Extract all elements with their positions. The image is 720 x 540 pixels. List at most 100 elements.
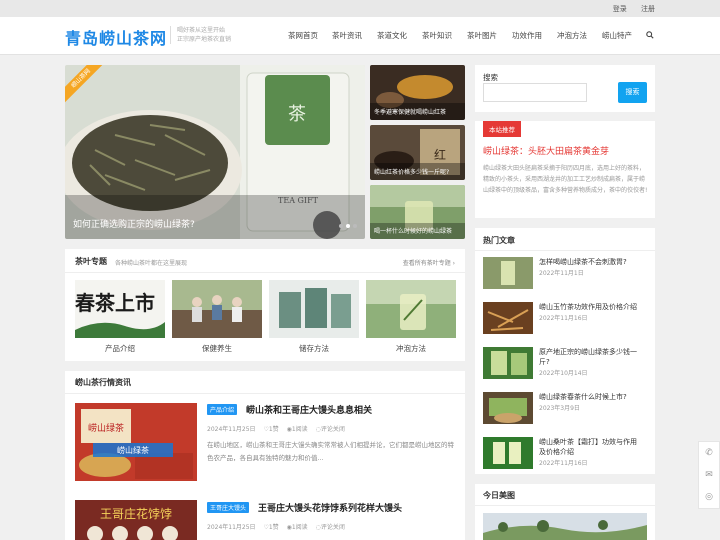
top-bar: 登录 注册 [0,0,720,17]
slider-caption[interactable]: 如何正确选购正宗的崂山绿茶? [73,217,195,230]
hot-item-title[interactable]: 崂山玉竹茶功效作用及价格介绍 [539,302,643,312]
news-excerpt: 在崂山地区，崂山茶和王哥庄大馒头确实常常被人们相提并论，它们都是崂山地区的特色农… [207,441,454,462]
sidebar-search: 搜索 搜索 [475,65,655,112]
slider-dots [336,221,357,230]
topic-image-brewing[interactable] [366,280,456,338]
topics-title: 茶叶专题 [75,257,107,266]
slider-dot[interactable] [353,224,357,228]
floating-toolbar: ✆ ✉ ◎ [698,441,720,509]
nav-item-home[interactable]: 茶网首页 [288,30,318,41]
search-button[interactable]: 搜索 [618,82,647,103]
slogan-line-1: 喝好茶从这里开始 [177,27,226,34]
divider [475,250,655,251]
news-meta: 2024年11月25日 ♡1赞 ◉1阅读 ◌评论关闭 [207,424,345,433]
topic-image-storage[interactable] [269,280,359,338]
hot-image [483,347,533,379]
news-meta: 2024年11月25日 ♡1赞 ◉1阅读 ◌评论关闭 [207,522,345,531]
hot-item-title[interactable]: 怎样喝崂山绿茶不会刺激胃? [539,257,643,267]
slider-dot-active[interactable] [346,224,350,228]
hot-title: 热门文章 [483,236,515,245]
nav-item-culture[interactable]: 茶道文化 [377,30,407,41]
hot-image [483,302,533,334]
recommend-title[interactable]: 崂山绿茶：头胚大田扁茶黄金芽 [483,144,609,157]
hot-item[interactable]: 崂山绿茶春茶什么时候上市? 2023年3月9日 [483,392,643,432]
news-likes[interactable]: 1赞 [269,524,279,531]
nav-item-specialty[interactable]: 崂山特产 [602,30,632,41]
news-title[interactable]: 王哥庄大馒头花饽饽系列花样大馒头 [258,501,402,514]
user-links: 登录 注册 [601,4,655,14]
svg-text:茶: 茶 [288,104,306,125]
login-link[interactable]: 登录 [613,5,627,13]
topic-label-products[interactable]: 产品介绍 [75,343,165,354]
svg-text:春茶上市: 春茶上市 [75,291,155,315]
hot-item[interactable]: 怎样喝崂山绿茶不会刺激胃? 2022年11月1日 [483,257,643,297]
news-date: 2024年11月25日 [207,524,256,531]
phone-icon[interactable]: ✆ [699,442,719,464]
news-image-2-text: 王哥庄花饽饽 [100,506,172,521]
slider-thumb-3[interactable]: 喝一杯什么时候好的崂山绿茶 [370,185,465,239]
nav-item-news[interactable]: 茶叶资讯 [332,30,362,41]
thumb-caption: 喝一杯什么时候好的崂山绿茶 [374,228,453,235]
news-image-1-text: 崂山绿茶 [117,445,149,455]
site-logo[interactable]: 青岛崂山茶网 [65,25,167,49]
topic-label-health[interactable]: 保健养生 [172,343,262,354]
slider-thumb-2[interactable]: 红 崂山红茶价格多少钱一斤呢? [370,125,465,180]
tea-bowl-image: 茶 TEA GIFT [65,65,365,239]
topics-more-link[interactable]: 查看所有茶叶专题 › [403,258,455,267]
news-tag[interactable]: 产品介绍 [207,404,238,415]
news-image-2[interactable]: 王哥庄花饽饽 [75,500,197,540]
wechat-icon[interactable]: ✉ [699,464,719,486]
news-image-1[interactable]: 崂山绿茶 崂山绿茶 [75,403,197,481]
recommend-badge: 本站推荐 [483,121,521,137]
thumb-caption: 崂山红茶价格多少钱一斤呢? [374,169,450,176]
hot-image [483,392,533,424]
recommend-text: 崂山绿茶大田头胚扁茶采摘于阳历四月底，选用上好的茶料，精致的小茶头，采用西湖龙井… [483,165,648,194]
nav-item-effects[interactable]: 功效作用 [512,30,542,41]
divider [475,505,655,506]
slogan-line-2: 正宗原产地茶农直销 [177,36,232,43]
topic-label-brewing[interactable]: 冲泡方法 [366,343,456,354]
nav-item-pictures[interactable]: 茶叶图片 [467,30,497,41]
hot-image [483,257,533,289]
news-reads: 1阅读 [291,426,308,433]
news-comments: 评论关闭 [320,524,345,531]
site-slogan: 喝好茶从这里开始 正宗原产地茶农直销 [170,26,231,44]
sidebar-recommend: 本站推荐 崂山绿茶：头胚大田扁茶黄金芽 崂山绿茶大田头胚扁茶采摘于阳历四月底，选… [475,121,655,218]
hot-item-title[interactable]: 崂山桑叶茶【霜打】功效与作用及价格介绍 [539,437,643,457]
news-section-title: 崂山茶行情资讯 [75,378,131,387]
news-tag[interactable]: 王哥庄大馒头 [207,502,250,513]
sidebar-today: 今日美图 [475,484,655,540]
svg-text:崂山绿茶: 崂山绿茶 [88,422,124,434]
news-likes[interactable]: 1赞 [269,426,279,433]
weibo-icon[interactable]: ◎ [699,486,719,508]
hot-item-date: 2022年11月16日 [539,460,588,467]
nav-item-brewing[interactable]: 冲泡方法 [557,30,587,41]
hot-item[interactable]: 原产地正宗的崂山绿茶多少钱一斤? 2022年10月14日 [483,347,643,387]
featured-slider[interactable]: 茶 TEA GIFT 崂山茶网 如何正确选购正宗的崂山绿茶? [65,65,365,239]
slider-thumb-1[interactable]: 冬季避寒保健就喝崂山红茶 [370,65,465,120]
divider [65,272,465,273]
today-image[interactable] [483,513,647,540]
nav-item-knowledge[interactable]: 茶叶知识 [422,30,452,41]
search-input[interactable] [483,83,587,102]
slider-dot[interactable] [339,224,343,228]
search-icon[interactable] [646,31,654,39]
register-link[interactable]: 注册 [641,5,655,13]
hot-item[interactable]: 崂山玉竹茶功效作用及价格介绍 2022年11月16日 [483,302,643,342]
hot-item-title[interactable]: 崂山绿茶春茶什么时候上市? [539,392,643,402]
topic-image-health[interactable] [172,280,262,338]
hot-item-title[interactable]: 原产地正宗的崂山绿茶多少钱一斤? [539,347,643,367]
site-header: 青岛崂山茶网 喝好茶从这里开始 正宗原产地茶农直销 茶网首页 茶叶资讯 茶道文化… [0,17,720,55]
hot-item-date: 2023年3月9日 [539,405,580,412]
hot-item[interactable]: 崂山桑叶茶【霜打】功效与作用及价格介绍 2022年11月16日 [483,437,643,477]
search-label: 搜索 [483,73,498,82]
news-comments: 评论关闭 [320,426,345,433]
news-title[interactable]: 崂山茶和王哥庄大馒头息息相关 [246,403,372,416]
hot-item-date: 2022年11月16日 [539,315,588,322]
topic-label-storage[interactable]: 储存方法 [269,343,359,354]
svg-text:红: 红 [434,147,446,162]
topics-subtitle: 各种崂山茶叶都在这里展现 [115,260,188,267]
topic-image-products[interactable]: 春茶上市 [75,280,165,338]
hot-item-date: 2022年11月1日 [539,270,584,277]
hot-item-date: 2022年10月14日 [539,370,588,377]
